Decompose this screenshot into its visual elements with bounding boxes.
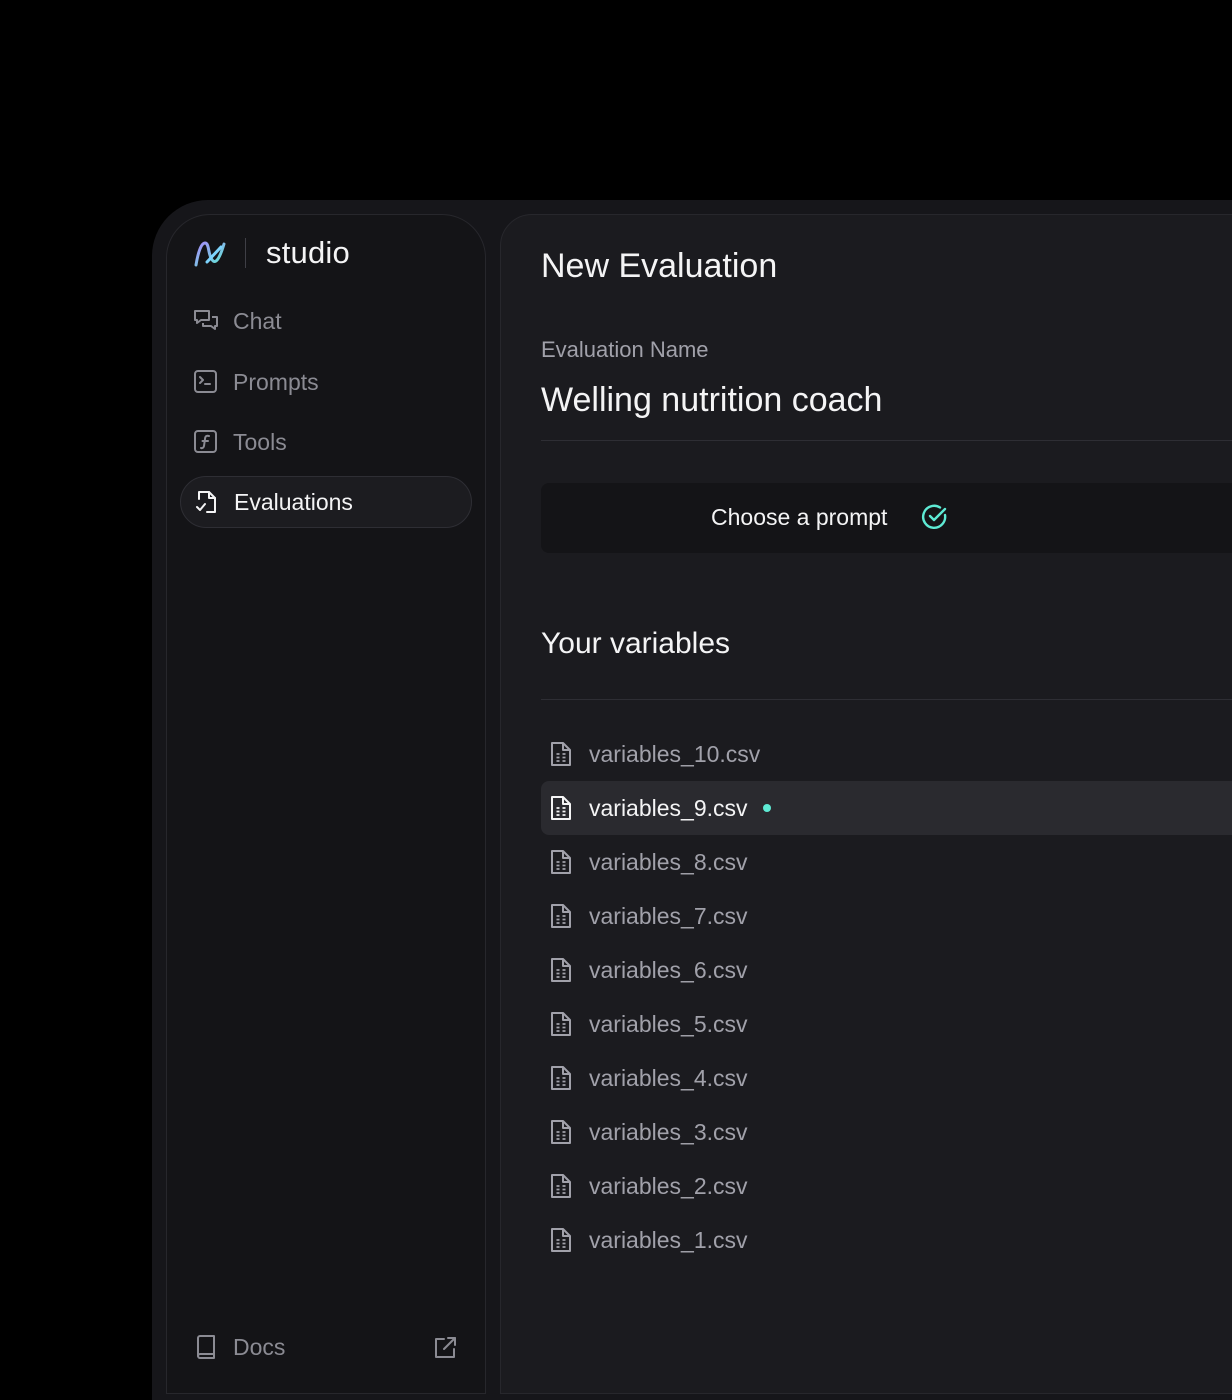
variables-file-item[interactable]: variables_3.csv — [541, 1105, 1232, 1159]
variables-file-item[interactable]: variables_5.csv — [541, 997, 1232, 1051]
variables-title: Your variables — [541, 627, 731, 660]
sidebar: studio Chat Prompts Tools Evaluations Do… — [166, 214, 486, 1394]
terminal-icon — [193, 369, 219, 395]
variables-file-item[interactable]: variables_2.csv — [541, 1159, 1232, 1213]
sidebar-item-evaluations[interactable]: Evaluations — [180, 476, 472, 528]
logo-icon — [193, 238, 227, 268]
variables-file-item[interactable]: variables_10.csv — [541, 727, 1232, 781]
csv-file-icon — [549, 1227, 573, 1253]
chat-bubbles-icon — [193, 308, 219, 334]
sidebar-item-label: Docs — [233, 1333, 286, 1360]
function-icon — [193, 429, 219, 455]
variables-file-item[interactable]: variables_7.csv — [541, 889, 1232, 943]
csv-file-icon — [549, 849, 573, 875]
file-name: variables_3.csv — [589, 1118, 748, 1145]
variables-file-item[interactable]: variables_9.csv — [541, 781, 1232, 835]
sidebar-item-label: Prompts — [233, 368, 319, 395]
file-name: variables_1.csv — [589, 1226, 748, 1253]
sidebar-item-tools[interactable]: Tools — [180, 416, 472, 468]
csv-file-icon — [549, 1065, 573, 1091]
csv-file-icon — [549, 957, 573, 983]
main-panel: New Evaluation Evaluation Name Welling n… — [500, 214, 1232, 1394]
book-icon — [193, 1334, 219, 1360]
file-name: variables_9.csv — [589, 794, 748, 821]
file-name: variables_10.csv — [589, 740, 761, 767]
csv-file-icon — [549, 1173, 573, 1199]
file-name: variables_5.csv — [589, 1010, 748, 1037]
sidebar-item-label: Tools — [233, 428, 287, 455]
evaluation-name-label: Evaluation Name — [541, 337, 709, 362]
csv-file-icon — [549, 1011, 573, 1037]
input-underline — [541, 440, 1232, 441]
csv-file-icon — [549, 741, 573, 767]
selected-indicator-dot — [762, 804, 771, 812]
variables-file-item[interactable]: variables_4.csv — [541, 1051, 1232, 1105]
choose-prompt-button[interactable]: Choose a prompt — [541, 483, 1232, 553]
brand-divider — [245, 238, 246, 268]
sidebar-item-prompts[interactable]: Prompts — [180, 356, 472, 408]
file-name: variables_2.csv — [589, 1172, 748, 1199]
csv-file-icon — [549, 795, 573, 821]
csv-file-icon — [549, 903, 573, 929]
file-name: variables_4.csv — [589, 1064, 748, 1091]
evaluation-name-input[interactable]: Welling nutrition coach — [541, 381, 882, 420]
variables-file-item[interactable]: variables_1.csv — [541, 1213, 1232, 1267]
brand-name: studio — [266, 235, 350, 270]
sidebar-item-label: Evaluations — [234, 488, 353, 515]
section-divider — [541, 699, 1232, 700]
variables-file-list: variables_10.csv variables_9.csv variabl… — [541, 727, 1232, 1267]
file-name: variables_8.csv — [589, 848, 748, 875]
choose-prompt-label: Choose a prompt — [711, 504, 888, 530]
file-check-icon — [194, 489, 220, 515]
check-circle-icon — [921, 503, 949, 531]
brand[interactable]: studio — [193, 235, 350, 271]
sidebar-item-docs[interactable]: Docs — [180, 1323, 472, 1371]
file-name: variables_7.csv — [589, 902, 748, 929]
file-name: variables_6.csv — [589, 956, 748, 983]
variables-file-item[interactable]: variables_6.csv — [541, 943, 1232, 997]
variables-file-item[interactable]: variables_8.csv — [541, 835, 1232, 889]
external-link-icon — [432, 1335, 458, 1361]
sidebar-item-label: Chat — [233, 307, 282, 334]
page-title: New Evaluation — [541, 247, 778, 285]
csv-file-icon — [549, 1119, 573, 1145]
sidebar-item-chat[interactable]: Chat — [180, 295, 472, 347]
